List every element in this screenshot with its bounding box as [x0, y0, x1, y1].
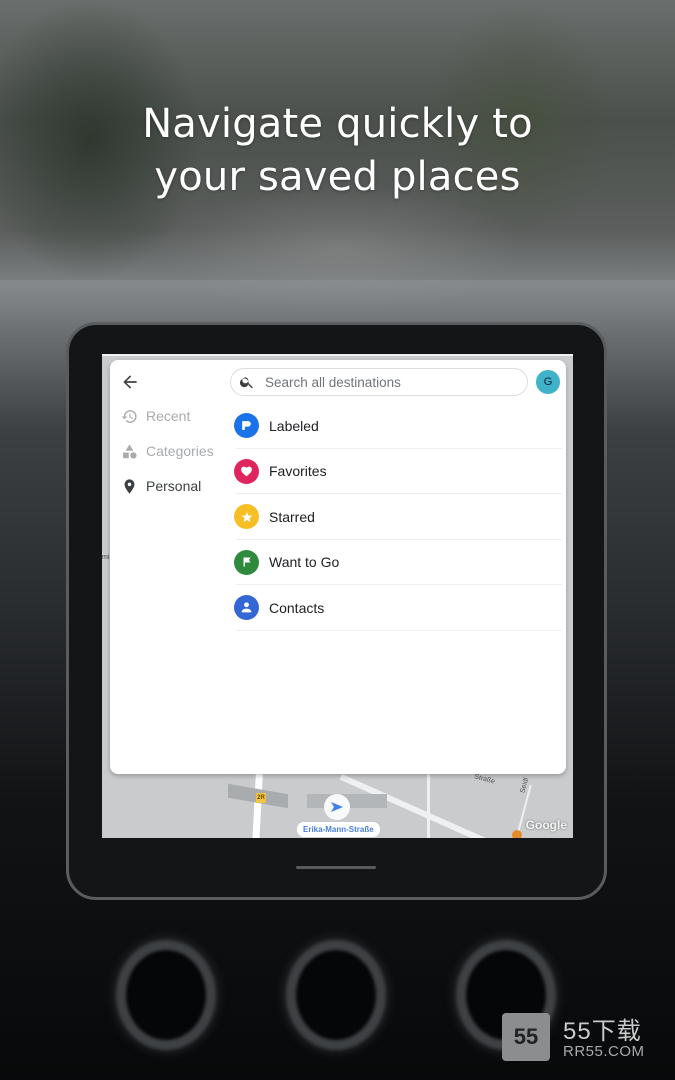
sidebar-item-label: Recent [146, 408, 191, 424]
flag-icon [234, 549, 259, 575]
watermark-domain: RR55.COM [563, 1043, 645, 1060]
saved-lists: Labeled Favorites Starred Want to Go Con… [228, 403, 562, 631]
headline-line-2: your saved places [154, 154, 521, 200]
account-avatar[interactable]: G [536, 370, 560, 394]
watermark-logo: 55 [502, 1013, 550, 1061]
list-item-label: Favorites [269, 463, 327, 480]
sidebar-item-recent[interactable]: Recent [120, 404, 190, 428]
label-flag-icon [234, 413, 259, 439]
street-label: Straße [473, 773, 496, 786]
navigation-arrow-icon [331, 802, 343, 812]
dashboard-vent [116, 940, 216, 1050]
list-item-contacts[interactable]: Contacts [228, 585, 562, 631]
sidebar-item-personal[interactable]: Personal [120, 474, 201, 498]
watermark-brand: 55下载 [563, 1018, 642, 1045]
star-icon [234, 504, 259, 530]
sidebar-item-label: Personal [146, 478, 202, 494]
list-item-label: Want to Go [269, 554, 340, 571]
sidebar-item-label: Categories [146, 443, 214, 459]
current-street-chip: Erika-Mann-Straße [297, 822, 380, 837]
search-icon [239, 377, 253, 389]
sidebar-item-categories[interactable]: Categories [120, 439, 214, 463]
list-item-want-to-go[interactable]: Want to Go [228, 540, 562, 586]
home-indicator[interactable] [296, 866, 376, 869]
search-box[interactable] [230, 368, 528, 396]
map-road [252, 773, 263, 838]
google-attribution: Google [525, 818, 567, 832]
saved-places-panel: Recent Categories Personal G Labeled [110, 360, 566, 774]
list-item-favorites[interactable]: Favorites [228, 449, 562, 495]
current-location-arrow[interactable] [324, 794, 350, 820]
arrow-left-icon [123, 375, 137, 389]
pedestrian-poi-icon [512, 830, 522, 838]
place-pin-icon [120, 477, 138, 495]
map-road [427, 774, 430, 838]
headline-line-1: Navigate quickly to [142, 101, 533, 147]
headline: Navigate quickly to your saved places [0, 98, 675, 204]
search-input[interactable] [263, 373, 507, 391]
map-label-fragment: mi [102, 554, 110, 561]
map-road [102, 354, 573, 356]
shapes-icon [120, 442, 138, 460]
road-shield: 2R [256, 793, 266, 803]
list-item-label: Contacts [269, 599, 325, 616]
list-item-labeled[interactable]: Labeled [228, 403, 562, 449]
back-button[interactable] [120, 372, 144, 396]
list-item-label: Starred [269, 508, 315, 525]
list-item-starred[interactable]: Starred [228, 494, 562, 540]
dashboard-vent [286, 940, 386, 1050]
person-icon [234, 595, 259, 621]
heart-icon [234, 458, 259, 484]
history-icon [120, 407, 138, 425]
car-display-screen: mi 2R Erika-Mann-Straße Straße Seidl Goo… [102, 354, 573, 838]
list-item-label: Labeled [269, 417, 319, 434]
